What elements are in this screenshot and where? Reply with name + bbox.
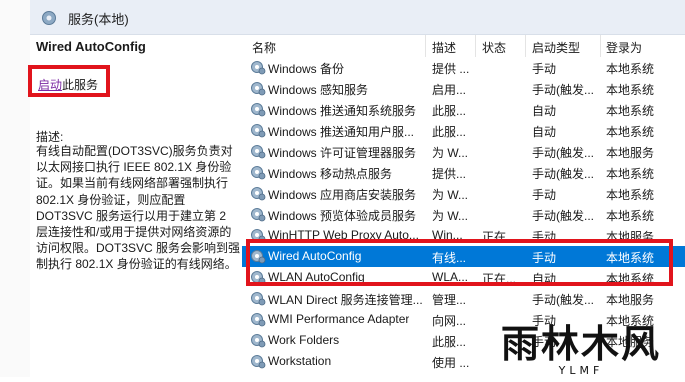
service-gear-icon xyxy=(251,313,266,327)
service-gear-icon xyxy=(251,355,266,369)
service-name: Work Folders xyxy=(268,333,340,347)
service-description: 有线自动配置(DOT3SVC)服务负责对以太网接口执行 IEEE 802.1X … xyxy=(36,144,241,272)
service-name: WMI Performance Adapter xyxy=(268,312,410,326)
service-name: WLAN Direct 服务连接管理... xyxy=(268,293,423,307)
services-gear-icon xyxy=(40,9,58,32)
service-gear-icon xyxy=(251,208,266,222)
service-gear-icon xyxy=(251,61,266,75)
watermark-text: 雨林木风 xyxy=(501,322,661,366)
service-name: Windows 推送通知用户服... xyxy=(268,125,415,139)
service-gear-icon xyxy=(251,166,266,180)
service-desc: 此服... xyxy=(432,125,467,139)
service-startup-type: 手动(触发... xyxy=(532,209,594,223)
service-detail-pane: Wired AutoConfig 启动此服务 描述: 有线自动配置(DOT3SV… xyxy=(28,35,242,377)
service-desc: 向网... xyxy=(432,314,467,328)
start-service-suffix: 此服务 xyxy=(62,78,99,92)
table-row[interactable]: Windows 备份 提供 ... 手动 本地系统 xyxy=(242,57,685,78)
service-logon-as: 本地系统 xyxy=(606,125,655,139)
start-service-link[interactable]: 启动 xyxy=(38,78,62,92)
table-row[interactable]: Windows 感知服务 启用... 手动(触发... 本地系统 xyxy=(242,78,685,99)
service-desc: 为 W... xyxy=(432,146,469,160)
service-gear-icon xyxy=(251,187,266,201)
column-divider[interactable] xyxy=(425,35,426,57)
start-service-text: 启动此服务 xyxy=(38,76,98,93)
watermark-subtext: YLMF xyxy=(558,364,604,377)
service-startup-type: 自动 xyxy=(532,125,557,139)
service-startup-type: 手动 xyxy=(532,188,557,202)
service-logon-as: 本地系统 xyxy=(606,188,655,202)
service-desc: 启用... xyxy=(432,83,467,97)
service-desc: 提供... xyxy=(432,167,467,181)
table-row[interactable]: Windows 预览体验成员服务 为 W... 手动(触发... 本地系统 xyxy=(242,204,685,225)
service-name: Windows 许可证管理器服务 xyxy=(268,146,417,160)
table-row[interactable]: Windows 许可证管理器服务 为 W... 手动(触发... 本地服务 xyxy=(242,141,685,162)
service-name: Windows 推送通知系统服务 xyxy=(268,104,417,118)
service-startup-type: 手动(触发... xyxy=(532,83,594,97)
service-desc: 提供 ... xyxy=(432,62,470,76)
service-desc: 此服... xyxy=(432,335,467,349)
service-gear-icon xyxy=(251,145,266,159)
service-startup-type: 手动 xyxy=(532,62,557,76)
service-title: Wired AutoConfig xyxy=(36,39,146,54)
service-desc: 为 W... xyxy=(432,188,469,202)
service-logon-as: 本地服务 xyxy=(606,146,655,160)
watermark-logo: 雨林木风 YLMF xyxy=(478,320,685,377)
service-startup-type: 手动(触发... xyxy=(532,293,594,307)
service-gear-icon xyxy=(251,82,266,96)
service-name: Windows 应用商店安装服务 xyxy=(268,188,417,202)
service-desc: 使用 ... xyxy=(432,356,470,370)
selected-row-highlight xyxy=(246,239,673,286)
services-header: 服务(本地) xyxy=(30,0,685,35)
table-row[interactable]: Windows 推送通知用户服... 此服... 自动 本地系统 xyxy=(242,120,685,141)
service-name: Windows 备份 xyxy=(268,62,345,76)
service-logon-as: 本地系统 xyxy=(606,62,655,76)
table-row[interactable]: Windows 推送通知系统服务 此服... 自动 本地系统 xyxy=(242,99,685,120)
header-title: 服务(本地) xyxy=(68,12,129,27)
column-divider[interactable] xyxy=(600,35,601,57)
service-logon-as: 本地系统 xyxy=(606,83,655,97)
column-divider[interactable] xyxy=(475,35,476,57)
service-gear-icon xyxy=(251,124,266,138)
table-row[interactable]: Windows 移动热点服务 提供... 手动(触发... 本地系统 xyxy=(242,162,685,183)
service-desc: 为 W... xyxy=(432,209,469,223)
service-name: Windows 感知服务 xyxy=(268,83,369,97)
table-row[interactable]: Windows 应用商店安装服务 为 W... 手动 本地系统 xyxy=(242,183,685,204)
service-logon-as: 本地系统 xyxy=(606,104,655,118)
service-logon-as: 本地系统 xyxy=(606,209,655,223)
left-navigation-pane xyxy=(0,0,31,377)
service-gear-icon xyxy=(251,334,266,348)
service-gear-icon xyxy=(251,103,266,117)
service-logon-as: 本地系统 xyxy=(606,167,655,181)
service-desc: 此服... xyxy=(432,104,467,118)
service-gear-icon xyxy=(251,292,266,306)
service-startup-type: 手动(触发... xyxy=(532,167,594,181)
service-startup-type: 手动(触发... xyxy=(532,146,594,160)
service-name: Workstation xyxy=(268,354,332,368)
service-desc: 管理... xyxy=(432,293,467,307)
service-startup-type: 自动 xyxy=(532,104,557,118)
service-logon-as: 本地服务 xyxy=(606,293,655,307)
column-divider[interactable] xyxy=(525,35,526,57)
table-row[interactable]: WLAN Direct 服务连接管理... 管理... 手动(触发... 本地服务 xyxy=(242,288,685,309)
service-name: Windows 移动热点服务 xyxy=(268,167,393,181)
start-service-highlight: 启动此服务 xyxy=(28,65,110,97)
service-name: Windows 预览体验成员服务 xyxy=(268,209,417,223)
